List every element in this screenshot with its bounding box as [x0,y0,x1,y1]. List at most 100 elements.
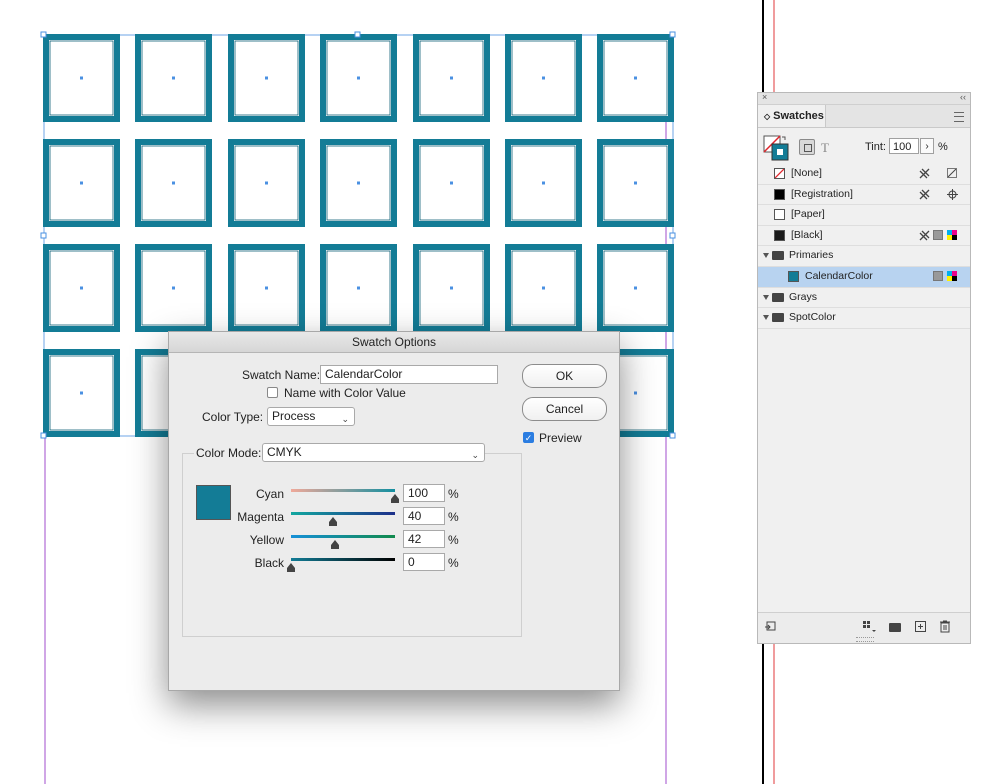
swatch-name-input[interactable]: CalendarColor [320,365,498,384]
color-type-label: Color Type: [202,410,264,424]
ok-button[interactable]: OK [522,364,607,388]
swatch-name-label: Swatch Name: [242,368,321,382]
channel-slider-magenta[interactable] [291,512,395,515]
calendar-cell-frame[interactable] [320,139,397,227]
channel-label-black: Black [254,556,284,570]
panel-collapse-icon[interactable]: ‹‹ [960,92,966,102]
name-with-color-value-checkbox[interactable] [267,387,278,398]
calendar-cell-frame[interactable] [135,34,212,122]
swatch-row-calendarcolor[interactable]: CalendarColor [758,266,970,288]
dialog-title[interactable]: Swatch Options [169,332,619,353]
swatch-group-grays[interactable]: Grays [758,288,970,309]
calendar-cell-frame[interactable] [413,34,490,122]
new-color-group-icon[interactable] [889,623,901,632]
new-swatch-icon[interactable] [915,621,927,633]
calendar-cell-frame[interactable] [43,244,120,332]
swatch-row-paper[interactable]: [Paper] [758,205,970,226]
slider-thumb[interactable] [328,517,337,526]
calendar-cell-frame[interactable] [597,244,674,332]
channel-slider-cyan[interactable] [291,489,395,492]
swatch-group-primaries[interactable]: Primaries [758,246,970,267]
frame-center-point [265,286,268,290]
channel-value-input-yellow[interactable]: 42 [403,530,445,548]
swatch-group-spotcolor[interactable]: SpotColor [758,308,970,329]
swatch-chip-paper [774,209,785,221]
panel-menu-icon[interactable] [954,112,964,122]
container-formatting-button[interactable] [799,139,815,155]
channel-value-input-magenta[interactable]: 40 [403,507,445,525]
percent-label: % [448,556,459,570]
channel-value-input-cyan[interactable]: 100 [403,484,445,502]
calendar-cell-frame[interactable] [597,139,674,227]
swatch-chip-black [774,229,785,241]
calendar-cell-frame[interactable] [413,244,490,332]
frame-center-point [542,181,545,185]
text-formatting-icon[interactable]: T [821,140,829,156]
color-type-select[interactable]: Process ⌄ [267,407,355,426]
calendar-cell-frame[interactable] [135,244,212,332]
calendar-cell-frame[interactable] [43,34,120,122]
swatch-row-black[interactable]: [Black] [758,226,970,247]
frame-center-point [80,391,83,395]
stroke-swatch-icon[interactable] [771,143,789,161]
calendar-cell-frame[interactable] [320,244,397,332]
folder-icon [772,292,784,302]
tab-swatches-label: Swatches [773,110,824,122]
preview-checkbox[interactable]: ✓ [523,432,534,443]
expand-triangle-icon[interactable] [763,315,769,321]
process-color-icon [933,270,943,281]
calendar-cell-frame[interactable] [135,139,212,227]
tab-swatches[interactable]: ◇ Swatches [758,105,826,127]
percent-label: % [448,487,459,501]
swatch-name: [Registration] [791,187,853,200]
swatch-list[interactable]: [None] [Registration] [Paper] [Black] Pr… [758,164,970,329]
calendar-cell-frame[interactable] [228,139,305,227]
load-swatches-icon[interactable] [764,621,776,633]
panel-resize-grip[interactable] [856,637,874,642]
swap-fill-stroke-icon[interactable] [782,136,786,140]
channel-value-input-black[interactable]: 0 [403,553,445,571]
trash-icon[interactable] [939,620,951,633]
calendar-cell-frame[interactable] [228,34,305,122]
swatches-panel[interactable]: × ‹‹ ◇ Swatches T Tint: 100 › % [None] [… [757,92,971,644]
panel-close-icon[interactable]: × [762,92,767,102]
frame-center-point [634,391,637,395]
channel-label-cyan: Cyan [255,487,284,501]
calendar-cell-frame[interactable] [505,34,582,122]
tint-dropdown-button[interactable]: › [920,138,934,154]
calendar-cell-frame[interactable] [505,244,582,332]
calendar-cell-frame[interactable] [413,139,490,227]
slider-thumb[interactable] [330,540,339,549]
expand-triangle-icon[interactable] [763,294,769,300]
calendar-cell-frame[interactable] [320,34,397,122]
color-mode-select[interactable]: CMYK ⌄ [262,443,485,462]
calendar-cell-frame[interactable] [505,139,582,227]
frame-center-point [450,286,453,290]
expand-triangle-icon[interactable] [763,253,769,259]
calendar-cell-frame[interactable] [43,139,120,227]
slider-thumb[interactable] [391,494,399,503]
frame-center-point [80,286,83,290]
tint-input[interactable]: 100 [889,138,919,154]
tint-percent-label: % [938,141,948,153]
frame-center-point [634,286,637,290]
cancel-button[interactable]: Cancel [522,397,607,421]
none-color-icon [947,168,957,178]
channel-slider-yellow[interactable] [291,535,395,538]
swatch-options-dialog[interactable]: Swatch Options Swatch Name: CalendarColo… [168,331,620,691]
swatch-row-registration[interactable]: [Registration] [758,185,970,206]
swatch-chip-calendarcolor [788,270,799,282]
chevron-down-icon: ⌄ [471,450,479,460]
swatch-row-none[interactable]: [None] [758,164,970,185]
channel-slider-black[interactable] [291,558,395,561]
calendar-cell-frame[interactable] [43,349,120,437]
calendar-cell-frame[interactable] [597,34,674,122]
calendar-cell-frame[interactable] [228,244,305,332]
swatch-name: [None] [791,167,822,179]
frame-center-point [265,181,268,185]
preview-label: Preview [539,431,582,445]
fill-stroke-proxy[interactable] [763,135,789,161]
panel-title-bar[interactable]: × ‹‹ [758,92,970,105]
slider-thumb[interactable] [287,563,295,572]
swatch-views-icon[interactable] [863,621,877,633]
